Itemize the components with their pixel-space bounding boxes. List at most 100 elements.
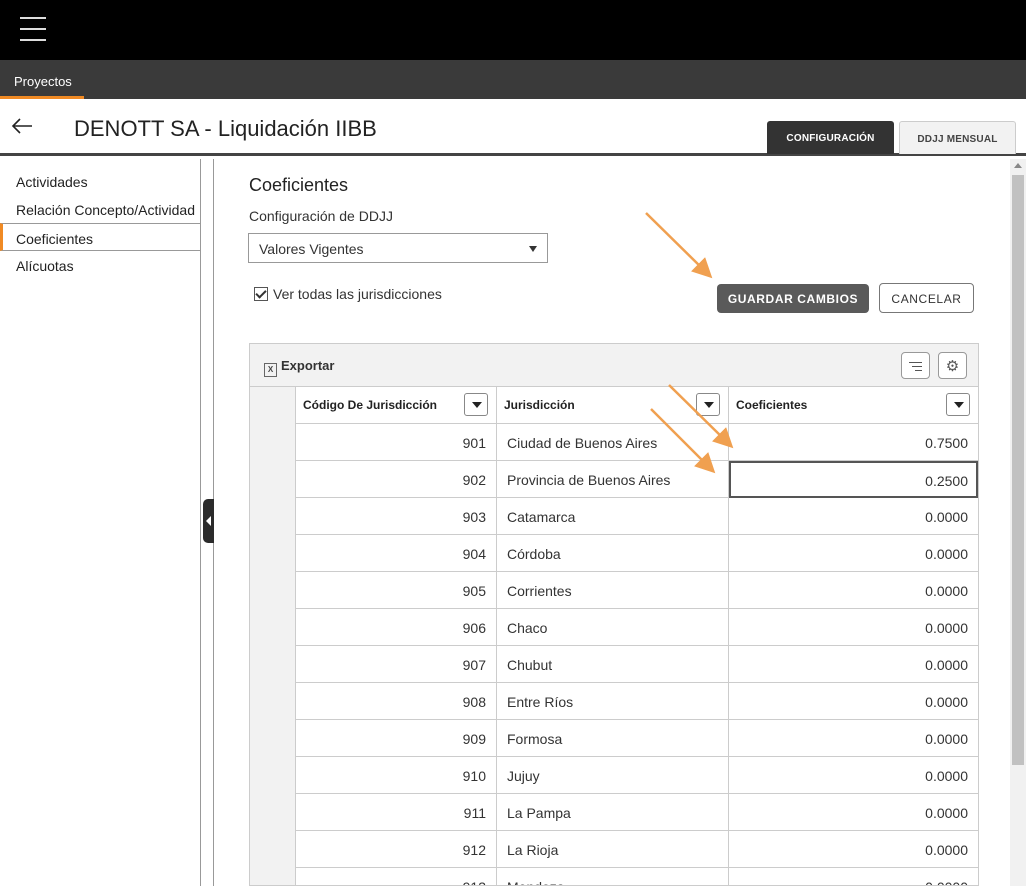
- export-button[interactable]: X Exportar: [264, 358, 334, 377]
- row-selector-header: [250, 387, 296, 424]
- cell-jurisdiccion[interactable]: Corrientes: [497, 572, 729, 609]
- column-header-jurisdiccion[interactable]: Jurisdicción: [497, 387, 729, 424]
- coef-edit-input[interactable]: 0.2500: [729, 461, 978, 498]
- excel-icon: X: [264, 363, 277, 377]
- cell-coeficiente[interactable]: 0.0000: [729, 683, 978, 720]
- table-row[interactable]: 907 Chubut 0.0000: [250, 646, 978, 683]
- save-changes-button[interactable]: GUARDAR CAMBIOS: [717, 284, 869, 313]
- table-row[interactable]: 906 Chaco 0.0000: [250, 609, 978, 646]
- cell-codigo[interactable]: 902: [296, 461, 497, 498]
- cell-jurisdiccion[interactable]: Ciudad de Buenos Aires: [497, 424, 729, 461]
- cell-codigo[interactable]: 912: [296, 831, 497, 868]
- cell-codigo[interactable]: 904: [296, 535, 497, 572]
- back-arrow-icon[interactable]: [10, 113, 36, 139]
- page-header: DENOTT SA - Liquidación IIBB CONFIGURACI…: [0, 99, 1026, 156]
- tab-ddjj-mensual[interactable]: DDJJ MENSUAL: [899, 121, 1016, 154]
- cell-jurisdiccion[interactable]: Mendoza: [497, 868, 729, 885]
- cell-codigo[interactable]: 906: [296, 609, 497, 646]
- cell-coeficiente[interactable]: 0.0000: [729, 535, 978, 572]
- cell-codigo[interactable]: 907: [296, 646, 497, 683]
- sidebar-item-relacion-concepto-actividad[interactable]: Relación Concepto/Actividad: [0, 195, 200, 223]
- table-row[interactable]: 903 Catamarca 0.0000: [250, 498, 978, 535]
- row-selector[interactable]: [250, 757, 296, 794]
- sidebar-item-actividades[interactable]: Actividades: [0, 167, 200, 195]
- cell-codigo[interactable]: 901: [296, 424, 497, 461]
- cell-coeficiente[interactable]: 0.0000: [729, 498, 978, 535]
- filter-dropdown-icon[interactable]: [696, 393, 720, 416]
- hamburger-menu-icon[interactable]: [20, 17, 46, 41]
- cell-codigo[interactable]: 908: [296, 683, 497, 720]
- column-header-codigo[interactable]: Código De Jurisdicción: [296, 387, 497, 424]
- table-row[interactable]: 908 Entre Ríos 0.0000: [250, 683, 978, 720]
- cell-jurisdiccion[interactable]: Formosa: [497, 720, 729, 757]
- cell-coeficiente[interactable]: 0.0000: [729, 646, 978, 683]
- cell-codigo[interactable]: 911: [296, 794, 497, 831]
- lines-icon: [909, 362, 922, 374]
- section-title: Coeficientes: [249, 175, 349, 195]
- row-selector[interactable]: [250, 572, 296, 609]
- row-selector[interactable]: [250, 683, 296, 720]
- table-row[interactable]: 911 La Pampa 0.0000: [250, 794, 978, 831]
- cell-coeficiente[interactable]: 0.0000: [729, 794, 978, 831]
- filter-dropdown-icon[interactable]: [946, 393, 970, 416]
- column-header-label: Código De Jurisdicción: [303, 398, 438, 412]
- filter-dropdown-icon[interactable]: [464, 393, 488, 416]
- row-selector[interactable]: [250, 831, 296, 868]
- scroll-thumb[interactable]: [1012, 175, 1024, 765]
- table-row[interactable]: 909 Formosa 0.0000: [250, 720, 978, 757]
- cell-codigo[interactable]: 913: [296, 868, 497, 885]
- row-selector[interactable]: [250, 794, 296, 831]
- cell-jurisdiccion[interactable]: Catamarca: [497, 498, 729, 535]
- nav-tab-proyectos[interactable]: Proyectos: [0, 60, 84, 99]
- cell-coeficiente[interactable]: 0.0000: [729, 720, 978, 757]
- cell-codigo[interactable]: 909: [296, 720, 497, 757]
- cell-coeficiente[interactable]: 0.0000: [729, 831, 978, 868]
- cell-coeficiente[interactable]: 0.0000: [729, 868, 978, 885]
- table-row[interactable]: 912 La Rioja 0.0000: [250, 831, 978, 868]
- row-selector[interactable]: [250, 461, 296, 498]
- cell-jurisdiccion[interactable]: Córdoba: [497, 535, 729, 572]
- cell-codigo[interactable]: 905: [296, 572, 497, 609]
- cell-coeficiente[interactable]: 0.0000: [729, 572, 978, 609]
- collapse-sidebar-handle[interactable]: [203, 499, 214, 543]
- row-selector[interactable]: [250, 609, 296, 646]
- tab-configuracion[interactable]: CONFIGURACIÓN: [767, 121, 894, 154]
- cell-coeficiente[interactable]: 0.0000: [729, 609, 978, 646]
- config-ddjj-select-value: Valores Vigentes: [259, 241, 364, 257]
- cell-coeficiente[interactable]: 0.7500: [729, 424, 978, 461]
- page-scrollbar[interactable]: [1010, 159, 1026, 886]
- row-selector[interactable]: [250, 535, 296, 572]
- table-row[interactable]: 910 Jujuy 0.0000: [250, 757, 978, 794]
- config-ddjj-select[interactable]: Valores Vigentes: [248, 233, 548, 263]
- cancel-button[interactable]: CANCELAR: [879, 283, 974, 313]
- cell-jurisdiccion[interactable]: Jujuy: [497, 757, 729, 794]
- table-row[interactable]: 901 Ciudad de Buenos Aires 0.7500: [250, 424, 978, 461]
- cell-jurisdiccion[interactable]: Chubut: [497, 646, 729, 683]
- column-chooser-button[interactable]: [901, 352, 930, 379]
- cell-jurisdiccion[interactable]: Provincia de Buenos Aires: [497, 461, 729, 498]
- nav-bar: Proyectos: [0, 60, 1026, 99]
- table-row[interactable]: 904 Córdoba 0.0000: [250, 535, 978, 572]
- cell-codigo[interactable]: 903: [296, 498, 497, 535]
- row-selector[interactable]: [250, 868, 296, 885]
- cell-jurisdiccion[interactable]: Entre Ríos: [497, 683, 729, 720]
- show-all-jurisdictions-checkbox[interactable]: [254, 287, 268, 301]
- cell-jurisdiccion[interactable]: La Rioja: [497, 831, 729, 868]
- cell-coeficiente[interactable]: 0.0000: [729, 757, 978, 794]
- sidebar-item-coeficientes[interactable]: Coeficientes: [0, 223, 200, 251]
- row-selector[interactable]: [250, 498, 296, 535]
- page-title: DENOTT SA - Liquidación IIBB: [74, 116, 377, 141]
- table-row[interactable]: 905 Corrientes 0.0000: [250, 572, 978, 609]
- row-selector[interactable]: [250, 720, 296, 757]
- cell-jurisdiccion[interactable]: La Pampa: [497, 794, 729, 831]
- sidebar-item-alicuotas[interactable]: Alícuotas: [0, 251, 200, 279]
- settings-button[interactable]: ⚙: [938, 352, 967, 379]
- cell-codigo[interactable]: 910: [296, 757, 497, 794]
- table-row[interactable]: 913Mendoza0.0000: [250, 868, 978, 885]
- column-header-coeficientes[interactable]: Coeficientes: [729, 387, 978, 424]
- row-selector[interactable]: [250, 646, 296, 683]
- cell-jurisdiccion[interactable]: Chaco: [497, 609, 729, 646]
- scroll-up-icon[interactable]: [1014, 163, 1022, 168]
- row-selector[interactable]: [250, 424, 296, 461]
- table-row[interactable]: 902 Provincia de Buenos Aires 0.2500: [250, 461, 978, 498]
